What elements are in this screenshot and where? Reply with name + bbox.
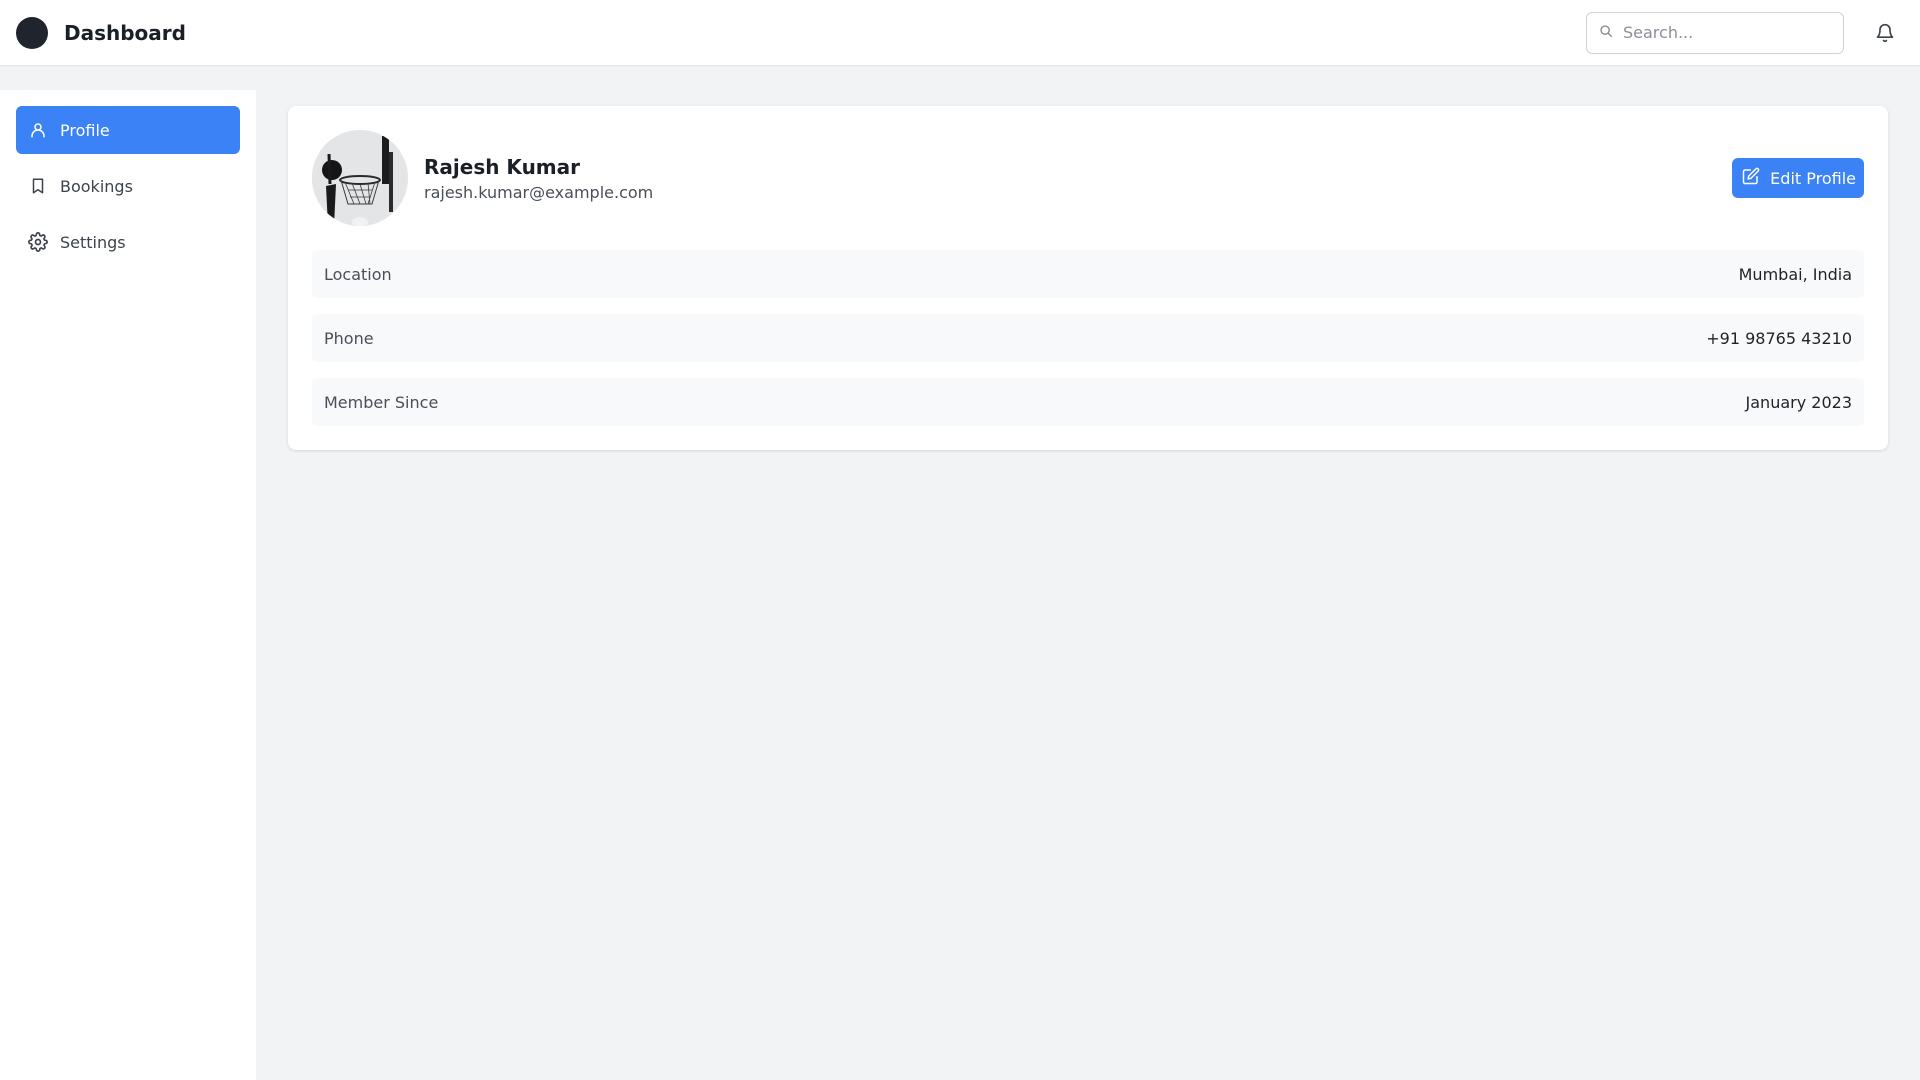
profile-header: Rajesh Kumar rajesh.kumar@example.com Ed… bbox=[312, 130, 1864, 226]
app-logo[interactable] bbox=[16, 16, 48, 49]
profile-name: Rajesh Kumar bbox=[424, 154, 581, 179]
avatar bbox=[312, 130, 408, 226]
profile-identity: Rajesh Kumar rajesh.kumar@example.com bbox=[424, 155, 653, 202]
search-input[interactable] bbox=[1623, 23, 1823, 42]
search-box[interactable] bbox=[1586, 11, 1844, 54]
sidebar-item-profile[interactable]: Profile bbox=[16, 106, 240, 154]
detail-value: +91 98765 43210 bbox=[1706, 328, 1852, 348]
detail-label: Phone bbox=[324, 328, 374, 348]
detail-row-phone: Phone +91 98765 43210 bbox=[312, 314, 1864, 362]
detail-row-location: Location Mumbai, India bbox=[312, 250, 1864, 298]
app-title: Dashboard bbox=[64, 20, 186, 45]
user-icon bbox=[28, 120, 48, 140]
edit-profile-button[interactable]: Edit Profile bbox=[1732, 158, 1864, 198]
profile-details: Location Mumbai, India Phone +91 98765 4… bbox=[312, 250, 1864, 426]
edit-icon bbox=[1742, 167, 1760, 189]
detail-label: Location bbox=[324, 264, 392, 284]
sidebar: Profile Bookings Settings bbox=[0, 90, 256, 1080]
edit-profile-label: Edit Profile bbox=[1770, 168, 1856, 188]
sidebar-item-bookings[interactable]: Bookings bbox=[16, 162, 240, 210]
detail-label: Member Since bbox=[324, 392, 439, 412]
detail-value: Mumbai, India bbox=[1738, 264, 1852, 284]
top-bar: Dashboard bbox=[0, 0, 1920, 66]
topbar-actions bbox=[1586, 11, 1904, 54]
gear-icon bbox=[28, 232, 48, 252]
main-content: Rajesh Kumar rajesh.kumar@example.com Ed… bbox=[288, 106, 1888, 450]
search-icon bbox=[1599, 23, 1613, 42]
sidebar-item-settings[interactable]: Settings bbox=[16, 218, 240, 266]
sidebar-item-label: Profile bbox=[60, 120, 110, 140]
profile-card: Rajesh Kumar rajesh.kumar@example.com Ed… bbox=[288, 106, 1888, 450]
bookmark-icon bbox=[28, 176, 48, 196]
notifications-bell-icon[interactable] bbox=[1874, 22, 1896, 44]
detail-row-member-since: Member Since January 2023 bbox=[312, 378, 1864, 426]
profile-email: rajesh.kumar@example.com bbox=[424, 182, 654, 202]
sidebar-item-label: Bookings bbox=[60, 176, 133, 196]
sidebar-item-label: Settings bbox=[60, 232, 126, 252]
detail-value: January 2023 bbox=[1745, 392, 1852, 412]
